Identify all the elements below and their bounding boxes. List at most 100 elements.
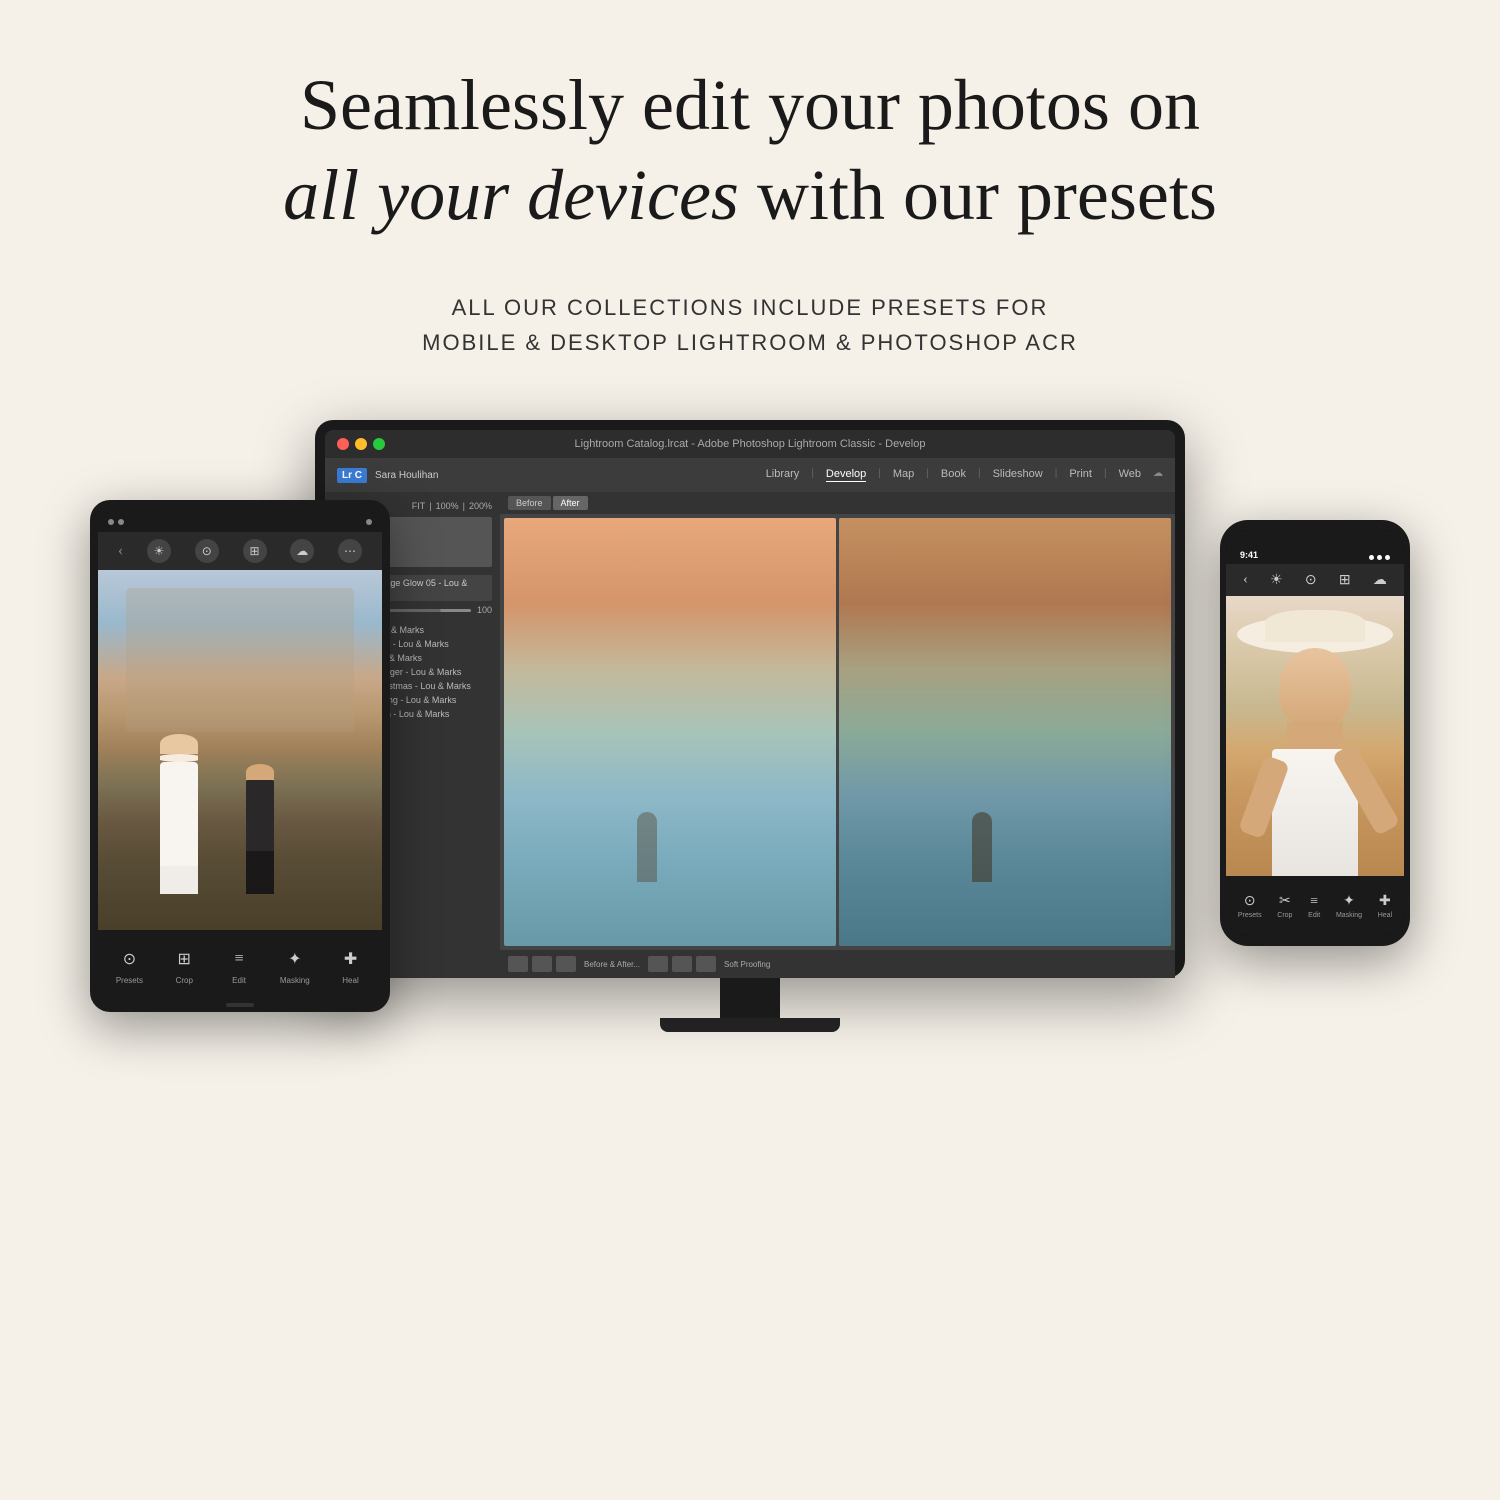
heading-line1: Seamlessly edit your photos on [300,65,1200,145]
lr-module-book[interactable]: Book [941,468,966,482]
iphone-screen: 9:41 ‹ ☀ ⊙ ⊞ ☁ [1226,530,1404,936]
iphone-photo [1226,596,1404,876]
lr-module-web[interactable]: Web [1119,468,1141,482]
figure-after [972,812,992,882]
iphone-masking-label: Masking [1336,912,1362,919]
ipad-photo [98,570,382,930]
iphone-cloud-icon[interactable]: ☁ [1373,572,1387,589]
iphone-toolbar: ‹ ☀ ⊙ ⊞ ☁ [1226,564,1404,596]
presets-icon: ⊙ [115,945,143,973]
ipad-bottom-toolbar: ⊙ Presets ⊞ Crop ≡ Edit ✦ Masking [98,930,382,1000]
monitor-stand-base [660,1018,840,1032]
iphone-bottom-toolbar: ⊙ Presets ✂ Crop ≡ Edit ✦ Masking [1226,876,1404,936]
heading-regular: with our presets [739,155,1217,235]
iphone-sun-icon[interactable]: ☀ [1270,572,1283,589]
close-button-icon[interactable] [337,438,349,450]
ipad-edit-label: Edit [232,976,246,985]
iphone-edit-icon: ≡ [1310,894,1318,910]
iphone-circle-icon[interactable]: ⊙ [1305,572,1317,589]
ipad-status-left [108,519,124,525]
lr-topbar: Lr C Sara Houlihan Library | Develop | M… [325,458,1175,492]
main-heading: Seamlessly edit your photos on all your … [283,60,1217,240]
iphone-back-icon[interactable]: ‹ [1243,572,1248,588]
iphone-heal-label: Heal [1378,912,1392,919]
heading-italic: all your devices [283,155,739,235]
lr-module-develop[interactable]: Develop [826,468,866,482]
window-title: Lightroom Catalog.lrcat - Adobe Photosho… [575,438,926,450]
lr-module-print[interactable]: Print [1069,468,1092,482]
iphone-tool-masking[interactable]: ✦ Masking [1336,893,1362,919]
subheading-line2: MOBILE & DESKTOP LIGHTROOM & PHOTOSHOP A… [422,325,1078,360]
iphone-crop-icon: ✂ [1279,893,1291,910]
figure-before [637,812,657,882]
lr-after-button[interactable]: After [553,496,588,510]
ipad-more-icon[interactable]: ⋯ [338,539,362,563]
lr-nav-btn-1[interactable] [648,956,668,972]
iphone-tool-edit[interactable]: ≡ Edit [1308,894,1320,919]
lr-username: Sara Houlihan [375,470,438,481]
ipad-statusbar [98,512,382,532]
heal-icon: ✚ [337,945,365,973]
ipad-crop-label: Crop [176,976,193,985]
ipad-circle-icon[interactable]: ⊙ [195,539,219,563]
monitor-stand-neck [720,978,780,1018]
lr-nav-btn-2[interactable] [672,956,692,972]
iphone-tool-heal[interactable]: ✚ Heal [1378,893,1392,919]
ipad-status-right [366,519,372,525]
bride-figure [160,734,198,894]
ipad-tool-edit[interactable]: ≡ Edit [225,945,253,985]
iphone-presets-icon: ⊙ [1244,893,1256,910]
photo-shadow [98,714,382,930]
masking-icon: ✦ [281,945,309,973]
maximize-button-icon[interactable] [373,438,385,450]
lr-content: Before After [500,492,1175,978]
ipad-back-button[interactable]: ‹ [118,542,123,560]
groom-figure [246,764,274,894]
ipad-tool-presets[interactable]: ⊙ Presets [115,945,143,985]
lr-view-btn-1[interactable] [508,956,528,972]
lr-module-library[interactable]: Library [766,468,800,482]
lr-view-btn-2[interactable] [532,956,552,972]
lr-before-button[interactable]: Before [508,496,551,510]
lr-cloud-icon: ☁ [1153,468,1163,482]
minimize-button-icon[interactable] [355,438,367,450]
iphone-grid-icon[interactable]: ⊞ [1339,572,1351,589]
lr-nav-btn-3[interactable] [696,956,716,972]
traffic-lights [337,438,385,450]
lr-soft-proofing-label: Soft Proofing [724,960,770,969]
ipad-masking-label: Masking [280,976,310,985]
lr-module-map[interactable]: Map [893,468,914,482]
lr-modules: Library | Develop | Map | Book | Slidesh… [766,468,1163,482]
iphone-edit-label: Edit [1308,912,1320,919]
iphone-masking-icon: ✦ [1343,893,1355,910]
ipad-screen: ‹ ☀ ⊙ ⊞ ☁ ⋯ [98,512,382,1000]
iphone-tool-crop[interactable]: ✂ Crop [1277,893,1292,919]
lr-photo-after [839,518,1171,946]
signal-icon [108,519,114,525]
iphone-signal-icon [1369,555,1374,560]
battery-icon [366,519,372,525]
devices-container: Lightroom Catalog.lrcat - Adobe Photosho… [50,420,1450,1370]
ipad-tool-masking[interactable]: ✦ Masking [280,945,310,985]
wifi-icon [118,519,124,525]
subheading-line1: ALL OUR COLLECTIONS INCLUDE PRESETS FOR [422,290,1078,325]
crop-icon: ⊞ [170,945,198,973]
ipad-grid-icon[interactable]: ⊞ [243,539,267,563]
ipad-tool-heal[interactable]: ✚ Heal [337,945,365,985]
iphone-status-icons [1369,555,1390,560]
ipad-sun-icon[interactable]: ☀ [147,539,171,563]
lr-view-btn-3[interactable] [556,956,576,972]
monitor-screen: Lr C Sara Houlihan Library | Develop | M… [325,458,1175,978]
ipad-home-button[interactable] [226,1003,254,1007]
edit-icon: ≡ [225,945,253,973]
ipad-presets-label: Presets [116,976,143,985]
iphone-tool-presets[interactable]: ⊙ Presets [1238,893,1262,919]
iphone-time: 9:41 [1240,550,1258,560]
monitor-titlebar: Lightroom Catalog.lrcat - Adobe Photosho… [325,430,1175,458]
ipad-tool-crop[interactable]: ⊞ Crop [170,945,198,985]
iphone: 9:41 ‹ ☀ ⊙ ⊞ ☁ [1220,520,1410,946]
iphone-heal-icon: ✚ [1379,893,1391,910]
lr-logo: Lr C [337,468,367,483]
ipad-cloud-icon[interactable]: ☁ [290,539,314,563]
lr-module-slideshow[interactable]: Slideshow [993,468,1043,482]
